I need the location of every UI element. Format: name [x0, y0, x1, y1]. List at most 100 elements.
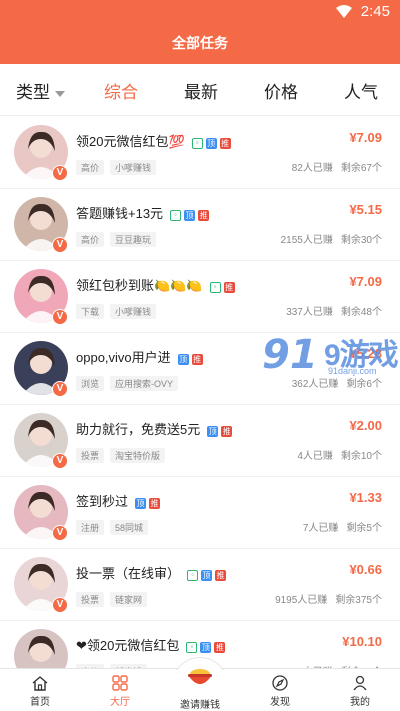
task-category-tag: 高价	[76, 160, 105, 175]
task-title-line: 助力就行，免费送5元顶推	[76, 419, 233, 438]
shield-badge-icon: ◦	[186, 642, 198, 654]
recommend-badge: 推	[223, 282, 235, 294]
task-row[interactable]: V 助力就行，免费送5元顶推投票 淘宝特价版 ¥2.00 4人已赚 剩余10个	[0, 405, 400, 477]
task-remaining-count: 剩余10个	[340, 451, 382, 462]
task-earned-count: 337人已赚	[286, 307, 333, 318]
task-row[interactable]: V 领20元微信红包💯 ◦ 顶推高价 小嗲赚钱 ¥7.09 82人已赚 剩余67个	[0, 117, 400, 189]
task-title-line: 答题赚钱+13元 ◦ 顶推	[76, 203, 210, 222]
task-source-tag: 应用搜索-OVY	[110, 376, 179, 391]
verified-badge-icon: V	[52, 237, 68, 253]
app-header: 全部任务	[0, 24, 400, 64]
verified-badge-icon: V	[52, 309, 68, 325]
task-title-line: oppo,vivo用户进顶推	[76, 347, 203, 366]
task-title: ❤领20元微信红包	[76, 638, 180, 653]
avatar	[14, 629, 68, 668]
home-icon	[32, 676, 48, 691]
task-remaining-count: 剩余48个	[340, 307, 382, 318]
tabbar-hall[interactable]: 大厅	[90, 675, 150, 708]
caret-down-icon	[55, 90, 65, 97]
tab-type-label: 类型	[16, 83, 50, 102]
task-title-line: 签到秒过顶推	[76, 491, 161, 510]
task-title: oppo,vivo用户进	[76, 350, 171, 365]
recommend-badge: 推	[198, 210, 210, 222]
task-source-tag: 淘宝特价版	[110, 448, 166, 463]
task-price: ¥10.10	[342, 634, 382, 649]
top-badge: 顶	[184, 210, 196, 222]
task-row[interactable]: V 投一票（在线审） ◦ 顶推投票 链家网 ¥0.66 9195人已赚 剩余375个	[0, 549, 400, 621]
task-price: ¥2.00	[349, 418, 382, 433]
task-price: ¥5.15	[349, 202, 382, 217]
verified-badge-icon: V	[52, 381, 68, 397]
task-tags: 投票 链家网	[76, 592, 153, 607]
task-price: ¥7.09	[349, 130, 382, 145]
wifi-icon	[336, 5, 352, 18]
tabbar-invite-label: 邀请赚钱	[180, 700, 220, 711]
status-time: 2:45	[360, 3, 390, 20]
task-remaining-count: 剩余67个	[340, 163, 382, 174]
task-tags: 注册 58同城	[76, 520, 154, 535]
shield-badge-icon: ◦	[209, 282, 221, 294]
task-price: ¥0.66	[349, 562, 382, 577]
verified-badge-icon: V	[52, 597, 68, 613]
task-title-line: 领20元微信红包💯 ◦ 顶推	[76, 131, 231, 150]
avatar-image	[14, 629, 68, 668]
task-stats: 2155人已赚 剩余30个	[281, 231, 382, 246]
task-tags: 下载 小嗲赚钱	[76, 304, 162, 319]
task-row[interactable]: V 签到秒过顶推注册 58同城 ¥1.33 7人已赚 剩余5个	[0, 477, 400, 549]
tabbar-discover[interactable]: 发现	[250, 675, 310, 708]
top-badge: 顶	[205, 138, 217, 150]
task-title: 投一票（在线审）	[76, 566, 181, 581]
grid-icon	[112, 675, 128, 691]
task-earned-count: 2155人已赚	[280, 235, 333, 246]
task-row[interactable]: V 答题赚钱+13元 ◦ 顶推高价 豆豆趣玩 ¥5.15 2155人已赚 剩余30个	[0, 189, 400, 261]
task-source-tag: 链家网	[110, 592, 148, 607]
tabbar-hall-label: 大厅	[110, 697, 130, 708]
task-category-tag: 投票	[76, 448, 105, 463]
tabbar-home[interactable]: 首页	[10, 675, 70, 708]
top-badge: 顶	[201, 570, 213, 582]
tab-latest[interactable]: 最新	[184, 78, 218, 103]
watermark-url: 91danji.com	[328, 366, 377, 376]
shield-badge-icon: ◦	[187, 570, 199, 582]
top-badge: 顶	[177, 354, 189, 366]
tabbar-discover-label: 发现	[270, 697, 290, 708]
task-stats: 9195人已赚 剩余375个	[275, 591, 382, 606]
top-badge: 顶	[207, 426, 219, 438]
recommend-badge: 推	[149, 498, 161, 510]
gold-pot-icon	[188, 669, 212, 684]
task-category-tag: 高价	[76, 232, 105, 247]
user-icon	[353, 675, 367, 691]
task-earned-count: 9195人已赚	[275, 595, 328, 606]
recommend-badge: 推	[214, 642, 226, 654]
task-stats: 4人已赚 剩余10个	[297, 447, 382, 462]
task-stats: 82人已赚 剩余67个	[292, 159, 382, 174]
tab-price[interactable]: 价格	[264, 78, 298, 103]
task-tags: 高价 豆豆趣玩	[76, 232, 162, 247]
task-remaining-count: 剩余5个	[346, 523, 382, 534]
tab-type[interactable]: 类型	[16, 78, 65, 103]
tab-comprehensive[interactable]: 综合	[104, 78, 138, 103]
task-source-tag: 小嗲赚钱	[110, 304, 157, 319]
task-category-tag: 浏览	[76, 376, 105, 391]
task-remaining-count: 剩余6个	[346, 379, 382, 390]
task-title-line: ❤领20元微信红包 ◦ 顶推	[76, 635, 226, 654]
svg-text:91: 91	[262, 332, 318, 378]
verified-badge-icon: V	[52, 453, 68, 469]
recommend-badge: 推	[191, 354, 203, 366]
task-title: 签到秒过	[76, 494, 129, 509]
task-stats: 7人已赚 剩余5个	[303, 519, 382, 534]
task-title-line: 领红包秒到账🍋🍋🍋 ◦ 推	[76, 275, 235, 294]
status-bar: 2:45	[0, 0, 400, 24]
task-tags: 浏览 应用搜索-OVY	[76, 376, 184, 391]
task-row[interactable]: V 领红包秒到账🍋🍋🍋 ◦ 推下载 小嗲赚钱 ¥7.09 337人已赚 剩余48个	[0, 261, 400, 333]
tab-popularity[interactable]: 人气	[344, 78, 378, 103]
watermark-logo-icon: 91	[262, 332, 318, 378]
task-price: ¥1.33	[349, 490, 382, 505]
tabbar-mine-label: 我的	[350, 697, 370, 708]
task-source-tag: 豆豆趣玩	[110, 232, 157, 247]
tabbar-mine[interactable]: 我的	[330, 675, 390, 708]
task-remaining-count: 剩余30个	[340, 235, 382, 246]
task-title: 助力就行，免费送5元	[76, 422, 201, 437]
task-title-line: 投一票（在线审） ◦ 顶推	[76, 563, 227, 582]
recommend-badge: 推	[215, 570, 227, 582]
